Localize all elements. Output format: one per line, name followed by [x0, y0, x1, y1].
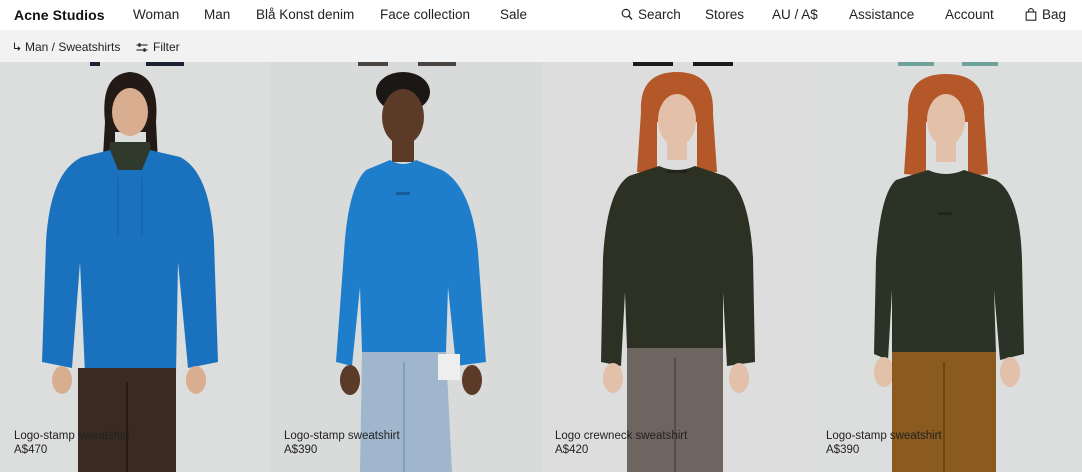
nav-sale[interactable]: Sale [500, 7, 527, 22]
search-button[interactable]: Search [621, 7, 681, 22]
filter-label: Filter [153, 40, 180, 54]
product-image[interactable] [0, 62, 270, 472]
product-card[interactable]: Logo crewneck sweatshirt A$420 [541, 62, 812, 472]
product-price: A$390 [284, 444, 318, 456]
product-name[interactable]: Logo crewneck sweatshirt [555, 430, 687, 442]
product-image[interactable] [270, 62, 541, 472]
search-icon [621, 8, 633, 20]
nav-account[interactable]: Account [945, 7, 994, 22]
product-card[interactable]: Logo-stamp sweatshirt A$390 [270, 62, 541, 472]
bag-button[interactable]: Bag [1025, 7, 1066, 22]
product-price: A$420 [555, 444, 589, 456]
product-card[interactable]: Logo-stamp sweatshirt A$390 [812, 62, 1082, 472]
nav-woman[interactable]: Woman [133, 7, 179, 22]
search-label: Search [638, 7, 681, 22]
return-arrow-icon [14, 42, 21, 51]
nav-assistance[interactable]: Assistance [849, 7, 914, 22]
nav-stores[interactable]: Stores [705, 7, 744, 22]
bag-label: Bag [1042, 7, 1067, 22]
product-name[interactable]: Logo-stamp sweatshirt [284, 430, 400, 442]
nav-bla-konst-denim[interactable]: Blå Konst denim [256, 7, 354, 22]
brand-logo[interactable]: Acne Studios [14, 7, 105, 23]
product-name[interactable]: Logo-stamp sweatshirt [14, 430, 130, 442]
product-card[interactable]: Logo-stamp sweatshirt A$470 [0, 62, 270, 472]
nav-man[interactable]: Man [204, 7, 230, 22]
top-navigation: Acne Studios Woman Man Blå Konst denim F… [0, 0, 1082, 30]
breadcrumb[interactable]: Man / Sweatshirts [13, 40, 120, 54]
filter-button[interactable]: Filter [136, 40, 180, 54]
bag-icon [1025, 8, 1037, 21]
product-grid: Logo-stamp sweatshirt A$470 Logo-stamp s… [0, 62, 1082, 472]
breadcrumb-label: Man / Sweatshirts [25, 40, 121, 54]
product-price: A$470 [14, 444, 48, 456]
nav-face-collection[interactable]: Face collection [380, 7, 470, 22]
product-image[interactable] [812, 62, 1082, 472]
product-price: A$390 [826, 444, 860, 456]
category-toolbar: Man / Sweatshirts Filter [0, 30, 1082, 62]
region-selector[interactable]: AU / A$ [772, 7, 818, 22]
product-image[interactable] [541, 62, 812, 472]
product-name[interactable]: Logo-stamp sweatshirt [826, 430, 942, 442]
sliders-icon [136, 42, 148, 52]
